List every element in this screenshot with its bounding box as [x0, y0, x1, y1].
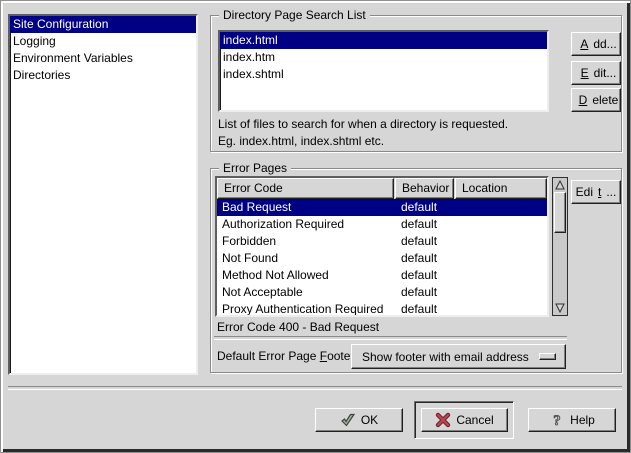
error-pages-table: Error Code Behavior Location Bad Request…: [215, 176, 549, 317]
cancel-button[interactable]: Cancel: [421, 408, 508, 432]
edit-file-button[interactable]: Edit...: [571, 61, 621, 85]
error-table-scrollbar[interactable]: [552, 177, 568, 316]
directory-search-caption-1: List of files to search for when a direc…: [218, 117, 508, 131]
error-table-header: Error Code Behavior Location: [217, 178, 547, 199]
scrollbar-thumb[interactable]: [554, 192, 566, 233]
location-cell: [455, 284, 547, 301]
behavior-cell: default: [395, 216, 455, 233]
footer-dropdown-label: Default Error Page Footer:: [217, 349, 358, 363]
location-cell: [455, 301, 547, 315]
delete-file-button[interactable]: Delete: [571, 88, 621, 112]
file-list-item[interactable]: index.shtml: [220, 66, 547, 83]
table-row[interactable]: Not Founddefault: [217, 250, 547, 267]
directory-search-frame-title: Directory Page Search List: [219, 8, 370, 22]
location-cell: [455, 233, 547, 250]
error-pages-frame-title: Error Pages: [219, 161, 291, 175]
error-code-cell: Not Found: [217, 250, 395, 267]
table-row[interactable]: Not Acceptabledefault: [217, 284, 547, 301]
column-header-error-code[interactable]: Error Code: [217, 178, 394, 199]
table-row[interactable]: Bad Requestdefault: [217, 199, 547, 216]
location-cell: [455, 216, 547, 233]
behavior-cell: default: [395, 301, 455, 315]
help-button[interactable]: ? Help: [528, 408, 616, 432]
table-row[interactable]: Proxy Authentication Requireddefault: [217, 301, 547, 315]
behavior-cell: default: [395, 267, 455, 284]
scroll-up-icon[interactable]: [554, 179, 566, 191]
table-row[interactable]: Method Not Alloweddefault: [217, 267, 547, 284]
directory-search-caption-2: Eg. index.html, index.shtml etc.: [218, 134, 384, 148]
option-menu-indicator-icon: [539, 353, 556, 360]
sidebar-item[interactable]: Directories: [10, 67, 196, 84]
file-list-item[interactable]: index.html: [220, 32, 547, 49]
location-cell: [455, 250, 547, 267]
table-row[interactable]: Authorization Requireddefault: [217, 216, 547, 233]
error-frame-separator: [214, 336, 567, 340]
error-code-cell: Authorization Required: [217, 216, 395, 233]
error-code-cell: Not Acceptable: [217, 284, 395, 301]
error-code-cell: Bad Request: [217, 199, 395, 216]
ok-button[interactable]: OK: [315, 408, 403, 432]
footer-dropdown-value: Show footer with email address: [362, 350, 529, 364]
file-list-item[interactable]: index.htm: [220, 49, 547, 66]
footer-dropdown[interactable]: Show footer with email address: [351, 344, 566, 369]
ok-check-icon: [340, 412, 356, 428]
sidebar-list[interactable]: Site ConfigurationLoggingEnvironment Var…: [8, 14, 198, 375]
error-code-status: Error Code 400 - Bad Request: [217, 320, 379, 334]
add-button[interactable]: Add...: [571, 32, 621, 56]
location-cell: [455, 199, 547, 216]
behavior-cell: default: [395, 199, 455, 216]
column-header-behavior[interactable]: Behavior: [395, 178, 454, 199]
error-table-body: Bad RequestdefaultAuthorization Required…: [217, 199, 547, 315]
edit-error-page-button[interactable]: Edit...: [571, 180, 621, 204]
scroll-down-icon[interactable]: [554, 302, 566, 314]
behavior-cell: default: [395, 250, 455, 267]
behavior-cell: default: [395, 233, 455, 250]
directory-file-list[interactable]: index.htmlindex.htmindex.shtml: [218, 30, 549, 112]
cancel-default-frame: Cancel: [414, 401, 514, 439]
error-code-cell: Forbidden: [217, 233, 395, 250]
table-row[interactable]: Forbiddendefault: [217, 233, 547, 250]
column-header-location[interactable]: Location: [455, 178, 547, 199]
svg-text:?: ?: [553, 413, 561, 428]
error-code-cell: Method Not Allowed: [217, 267, 395, 284]
help-question-icon: ?: [549, 412, 565, 428]
cancel-x-icon: [435, 412, 451, 428]
location-cell: [455, 267, 547, 284]
behavior-cell: default: [395, 284, 455, 301]
sidebar-item[interactable]: Logging: [10, 33, 196, 50]
sidebar-item[interactable]: Environment Variables: [10, 50, 196, 67]
footer-separator: [8, 386, 622, 390]
sidebar-item[interactable]: Site Configuration: [10, 16, 196, 33]
error-code-cell: Proxy Authentication Required: [217, 301, 395, 315]
configuration-dialog: Site ConfigurationLoggingEnvironment Var…: [0, 0, 631, 453]
